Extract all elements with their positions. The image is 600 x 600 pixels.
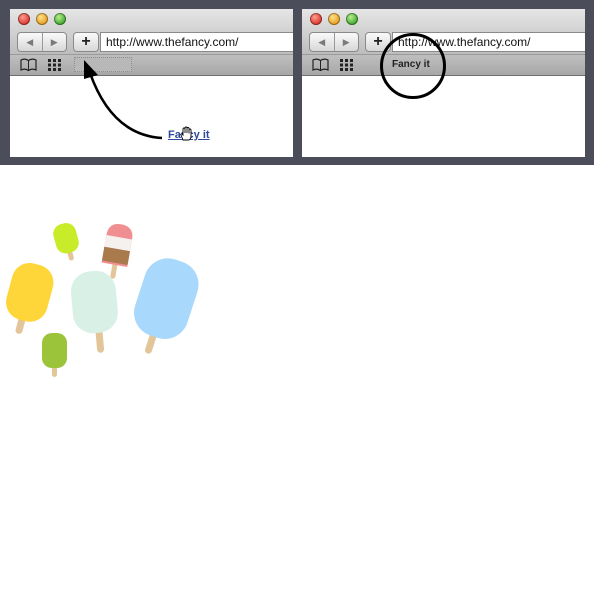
forward-button[interactable]: ▶ (335, 33, 359, 51)
popsicle-pink-white-brown (101, 224, 133, 279)
zoom-window-button[interactable] (346, 13, 358, 25)
back-button[interactable]: ◀ (18, 33, 43, 51)
address-bar[interactable]: http://www.thefancy.com/ (100, 32, 293, 52)
forward-button[interactable]: ▶ (43, 33, 67, 51)
grid-icon[interactable] (340, 58, 354, 72)
back-button[interactable]: ◀ (310, 33, 335, 51)
zoom-window-button[interactable] (54, 13, 66, 25)
page-content (302, 76, 585, 157)
close-window-button[interactable] (310, 13, 322, 25)
minimize-window-button[interactable] (36, 13, 48, 25)
instruction-strip: ◀ ▶ + http://www.thefancy.com/ Fancy it (0, 0, 594, 165)
popsicle-blue (134, 258, 199, 354)
popsicle-lime (53, 222, 79, 261)
back-forward-buttons: ◀ ▶ (17, 32, 67, 52)
browser-window-before: ◀ ▶ + http://www.thefancy.com/ Fancy it (10, 9, 293, 157)
back-forward-buttons: ◀ ▶ (309, 32, 359, 52)
minimize-window-button[interactable] (328, 13, 340, 25)
close-window-button[interactable] (18, 13, 30, 25)
highlight-circle (380, 33, 446, 99)
grid-icon[interactable] (48, 58, 62, 72)
popsicle-mint (70, 270, 118, 353)
titlebar: ◀ ▶ + http://www.thefancy.com/ (10, 9, 293, 54)
book-icon[interactable] (312, 58, 329, 72)
popsicle-green (42, 333, 67, 377)
popsicle-yellow (5, 262, 54, 334)
hand-cursor-icon (180, 126, 192, 141)
browser-window-after: ◀ ▶ + http://www.thefancy.com/ Fancy it (302, 9, 585, 157)
curved-arrow-icon (84, 60, 163, 140)
book-icon[interactable] (20, 58, 37, 72)
popsicles-illustration (5, 222, 199, 377)
titlebar: ◀ ▶ + http://www.thefancy.com/ (302, 9, 585, 54)
add-bookmark-button[interactable]: + (73, 32, 99, 52)
